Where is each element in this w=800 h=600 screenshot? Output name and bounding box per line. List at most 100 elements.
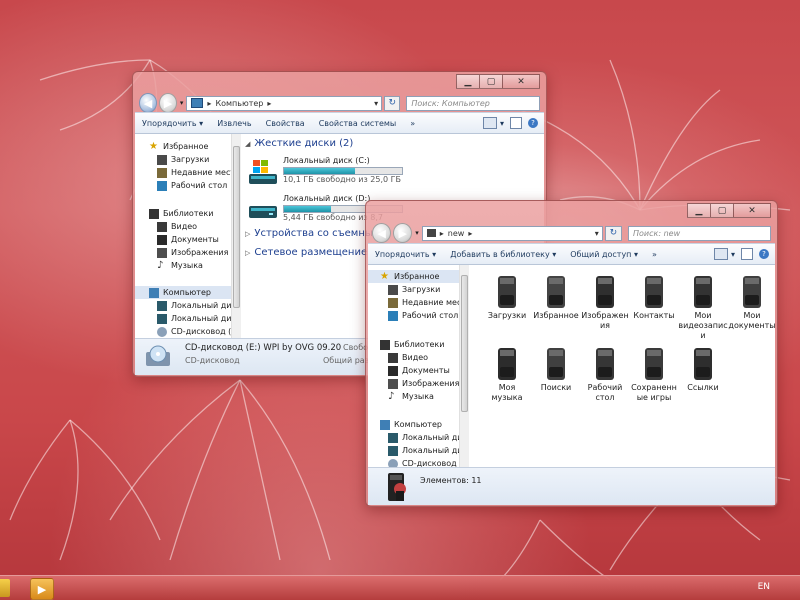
nav-computer[interactable]: Компьютер [380, 418, 460, 431]
nav-label: Локальный диск [402, 433, 460, 442]
folder-label: Мои документы [728, 311, 776, 330]
close-button[interactable]: ✕ [502, 74, 540, 89]
nav-scrollbar-thumb[interactable] [461, 275, 468, 412]
nav-scrollbar-thumb[interactable] [233, 146, 240, 308]
nav-local-disk-d[interactable]: Локальный диск [388, 444, 460, 457]
explorer-taskbar-icon[interactable] [0, 579, 10, 597]
folder-item[interactable]: Избранное [531, 275, 581, 321]
folder-item[interactable]: Поиски [531, 347, 581, 393]
nav-computer[interactable]: Компьютер [135, 286, 233, 299]
nav-local-disk-c[interactable]: Локальный диск [388, 431, 460, 444]
refresh-button[interactable]: ↻ [384, 95, 401, 111]
search-input[interactable]: Поиск: Компьютер [406, 95, 540, 111]
history-dropdown-icon[interactable]: ▾ [180, 99, 184, 107]
breadcrumb-computer[interactable]: Компьютер [215, 99, 263, 108]
group-network[interactable]: ▷ Сетевое размещение (2) [245, 247, 384, 258]
folder-item[interactable]: Ссылки [678, 347, 728, 393]
help-icon[interactable]: ? [528, 118, 538, 128]
more-commands-button[interactable]: » [403, 119, 422, 128]
forward-button[interactable]: ▶ [158, 93, 177, 113]
preview-pane-icon[interactable] [741, 248, 753, 260]
nav-libraries[interactable]: Библиотеки [149, 207, 233, 220]
collapse-icon: ◢ [245, 139, 251, 148]
nav-documents[interactable]: Документы [388, 364, 460, 377]
nav-label: Музыка [402, 392, 434, 401]
view-options-icon[interactable] [482, 117, 497, 129]
properties-button[interactable]: Свойства [259, 119, 312, 128]
nav-cd-drive[interactable]: CD-дисковод (E:) [157, 325, 233, 338]
address-bar[interactable]: ▸ Компьютер ▸ ▾ [186, 95, 383, 111]
eject-button[interactable]: Извлечь [210, 119, 258, 128]
address-dropdown-icon[interactable]: ▾ [374, 99, 378, 108]
nav-pictures[interactable]: Изображения [157, 246, 233, 259]
language-indicator[interactable]: EN [758, 582, 770, 592]
address-bar[interactable]: ▸ new ▸ ▾ [421, 225, 603, 241]
nav-favorites[interactable]: ★ Избранное [368, 270, 460, 283]
nav-video[interactable]: Видео [157, 220, 233, 233]
folder-label: Ссылки [687, 383, 719, 392]
search-input[interactable]: Поиск: new [628, 225, 771, 241]
nav-desktop[interactable]: Рабочий стол [388, 309, 460, 322]
group-hard-drives[interactable]: ◢ Жесткие диски (2) [245, 138, 353, 149]
folder-item[interactable]: Мои документы [727, 275, 777, 331]
breadcrumb-chevron-icon[interactable]: ▸ [267, 99, 271, 108]
nav-recent-places[interactable]: Недавние места [388, 296, 460, 309]
maximize-button[interactable]: ▢ [479, 74, 503, 89]
nav-documents[interactable]: Документы [157, 233, 233, 246]
organize-button[interactable]: Упорядочить ▾ [368, 250, 443, 259]
view-dropdown-icon[interactable]: ▾ [731, 250, 735, 259]
command-bar: Упорядочить ▾ Добавить в библиотеку ▾ Об… [368, 243, 775, 265]
folder-item[interactable]: Изображения [580, 275, 630, 331]
view-options-icon[interactable] [713, 248, 728, 260]
add-to-library-button[interactable]: Добавить в библиотеку ▾ [443, 250, 563, 259]
hard-drive-icon [388, 432, 398, 443]
breadcrumb-chevron-icon[interactable]: ▸ [468, 229, 472, 238]
minimize-button[interactable]: ▁ [456, 74, 480, 89]
nav-label: Изображения [171, 248, 229, 257]
preview-pane-icon[interactable] [510, 117, 522, 129]
nav-music[interactable]: ♪ Музыка [157, 259, 233, 272]
folder-item[interactable]: Сохраненные игры [629, 347, 679, 403]
nav-desktop[interactable]: Рабочий стол [157, 179, 233, 192]
folder-item[interactable]: Мои видеозаписи [678, 275, 728, 341]
nav-cd-drive[interactable]: CD-дисковод (E: [388, 457, 460, 467]
folder-item[interactable]: Контакты [629, 275, 679, 321]
nav-music[interactable]: ♪ Музыка [388, 390, 460, 403]
video-icon [388, 352, 398, 363]
help-icon[interactable]: ? [759, 249, 769, 259]
media-player-taskbar-button[interactable]: ▶ [30, 578, 54, 600]
nav-favorites[interactable]: ★ Избранное [149, 140, 233, 153]
status-bar: Элементов: 11 [368, 467, 775, 505]
nav-downloads[interactable]: Загрузки [388, 283, 460, 296]
system-properties-button[interactable]: Свойства системы [312, 119, 404, 128]
share-button[interactable]: Общий доступ ▾ [563, 250, 645, 259]
maximize-button[interactable]: ▢ [710, 203, 734, 218]
minimize-button[interactable]: ▁ [687, 203, 711, 218]
nav-video[interactable]: Видео [388, 351, 460, 364]
nav-downloads[interactable]: Загрузки [157, 153, 233, 166]
breadcrumb-new[interactable]: new [448, 229, 465, 238]
nav-libraries[interactable]: Библиотеки [380, 338, 460, 351]
address-dropdown-icon[interactable]: ▾ [595, 229, 599, 238]
nav-local-disk-d[interactable]: Локальный диск [157, 312, 233, 325]
forward-button[interactable]: ▶ [393, 223, 413, 243]
libraries-icon [380, 339, 390, 350]
history-dropdown-icon[interactable]: ▾ [415, 229, 419, 237]
back-button[interactable]: ◀ [139, 93, 157, 113]
folder-item[interactable]: Моя музыка [482, 347, 532, 403]
nav-local-disk-c[interactable]: Локальный диск [157, 299, 233, 312]
nav-scrollbar[interactable] [231, 134, 241, 338]
organize-button[interactable]: Упорядочить ▾ [135, 119, 210, 128]
back-button[interactable]: ◀ [372, 223, 392, 243]
folder-item[interactable]: Загрузки [482, 275, 532, 321]
video-icon [157, 221, 167, 232]
drive-c[interactable]: Локальный диск (C:) 10,1 ГБ свободно из … [247, 156, 497, 188]
folder-item[interactable]: Рабочий стол [580, 347, 630, 403]
view-dropdown-icon[interactable]: ▾ [500, 119, 504, 128]
nav-pictures[interactable]: Изображения [388, 377, 460, 390]
refresh-button[interactable]: ↻ [604, 225, 623, 241]
more-commands-button[interactable]: » [645, 250, 664, 259]
close-button[interactable]: ✕ [733, 203, 771, 218]
nav-recent-places[interactable]: Недавние места [157, 166, 233, 179]
nav-scrollbar[interactable] [459, 265, 469, 467]
